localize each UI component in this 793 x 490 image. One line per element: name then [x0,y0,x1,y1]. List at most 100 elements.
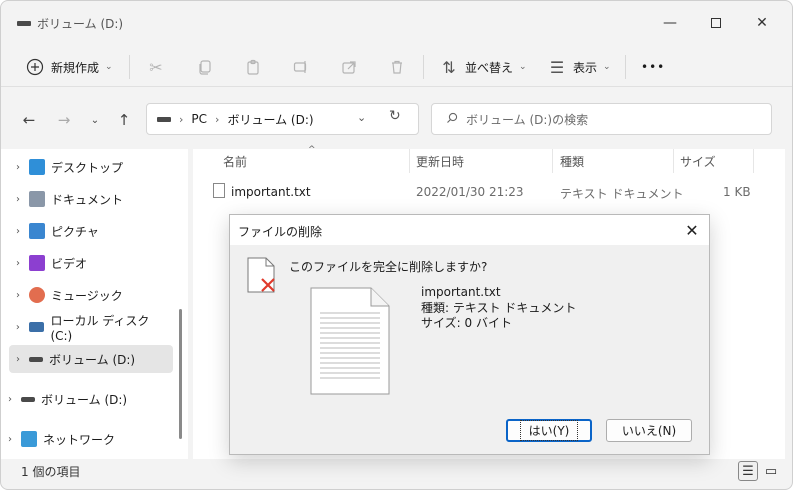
breadcrumb-current[interactable]: ボリューム (D:) [227,111,313,128]
search-icon [446,112,458,127]
column-header-name[interactable]: 名前 [223,153,247,170]
forward-button[interactable]: → [53,109,75,131]
refresh-icon[interactable]: ↻ [389,108,401,124]
tiles-view-icon: ▭ [764,463,778,479]
plus-circle-icon [25,57,45,77]
pictures-icon [29,223,45,239]
sidebar-item-local-disk[interactable]: › ローカル ディスク (C:) [9,313,173,343]
new-button[interactable]: 新規作成 ⌄ [25,53,113,81]
paste-button[interactable] [243,53,263,81]
chevron-right-icon[interactable]: › [9,226,27,237]
window-title: ボリューム (D:) [37,17,124,31]
sidebar-item-label: ボリューム (D:) [41,392,128,407]
chevron-right-icon[interactable]: › [9,322,27,333]
explorer-window: ボリューム (D:) — ✕ 新規作成 ⌄ ✂ ⇅ 並べ替え ⌄ ☰ 表示 ⌄ … [0,0,793,490]
sidebar-item-volume-d-root[interactable]: › ボリューム (D:) [1,385,165,413]
chevron-right-icon[interactable]: › [9,258,27,269]
no-button[interactable]: いいえ(N) [606,419,692,442]
chevron-right-icon[interactable]: › [1,394,19,405]
breadcrumb-root[interactable]: PC [191,112,207,126]
sidebar-item-pictures[interactable]: › ピクチャ [9,217,173,245]
sort-icon: ⇅ [442,57,456,77]
copy-button[interactable] [195,53,215,81]
local-disk-icon [28,322,45,332]
address-history-chevron[interactable]: ⌄ [357,111,366,124]
sidebar-scrollbar[interactable] [179,309,182,439]
close-button[interactable]: ✕ [739,9,785,37]
view-icon: ☰ [549,57,565,77]
view-button[interactable]: ☰ 表示 ⌄ [547,53,611,81]
new-label: 新規作成 [51,60,100,75]
file-row[interactable]: important.txt 2022/01/30 21:23 テキスト ドキュメ… [209,179,769,205]
copy-icon [195,57,215,77]
sidebar-item-label: ミュージック [51,288,123,303]
column-header-size[interactable]: サイズ [680,153,716,170]
sort-label: 並べ替え [465,60,514,75]
sort-button[interactable]: ⇅ 並べ替え ⌄ [439,53,526,81]
rename-button[interactable] [291,53,311,81]
more-button[interactable]: ••• [641,53,665,81]
chevron-right-icon: › [179,112,184,126]
sidebar-item-documents[interactable]: › ドキュメント [9,185,173,213]
drive-icon [29,356,43,362]
back-button[interactable]: ← [18,109,40,131]
yes-button[interactable]: はい(Y) [506,419,592,442]
close-icon: ✕ [756,15,768,31]
sort-ascending-icon: ^ [308,145,316,155]
sidebar-item-label: ピクチャ [51,224,99,239]
up-button[interactable]: ↑ [113,109,135,131]
column-header-type[interactable]: 種類 [560,153,584,170]
sidebar-item-network[interactable]: › ネットワーク [1,425,165,453]
sidebar-item-videos[interactable]: › ビデオ [9,249,173,277]
arrow-right-icon: → [57,111,71,129]
drive-icon [157,116,171,122]
minimize-button[interactable]: — [647,9,693,37]
column-header-modified[interactable]: 更新日時 [416,153,464,170]
maximize-icon [711,18,721,28]
address-bar[interactable]: › PC › ボリューム (D:) [146,103,419,135]
chevron-right-icon[interactable]: › [1,434,19,445]
details-view-button[interactable]: ☰ [738,461,758,481]
more-icon: ••• [641,60,666,74]
sidebar-item-label: ボリューム (D:) [49,352,136,367]
chevron-right-icon[interactable]: › [9,290,27,301]
arrow-up-icon: ↑ [117,111,131,129]
sidebar-item-label: ビデオ [51,256,88,271]
dialog-title: ファイルの削除 [238,225,323,239]
sidebar-item-volume-d[interactable]: › ボリューム (D:) [9,345,173,373]
desktop-icon [29,159,45,175]
share-icon [339,57,359,77]
chevron-right-icon[interactable]: › [9,162,27,173]
dialog-file-size: サイズ: 0 バイト [421,316,512,330]
recent-button[interactable]: ⌄ [84,109,106,131]
dialog-title-bar: ファイルの削除 ✕ [230,215,709,245]
tiles-view-button[interactable]: ▭ [761,461,781,481]
arrow-left-icon: ← [22,111,36,129]
cut-button[interactable]: ✂ [146,53,166,81]
chevron-down-icon: ⌄ [105,62,113,72]
dialog-question: このファイルを完全に削除しますか? [289,260,488,274]
chevron-right-icon[interactable]: › [9,194,27,205]
delete-button[interactable] [387,53,407,81]
share-button[interactable] [339,53,359,81]
clipboard-icon [243,57,263,77]
title-bar: ボリューム (D:) — ✕ [1,1,792,45]
close-icon: ✕ [685,220,699,240]
delete-file-dialog: ファイルの削除 ✕ このファイルを完全に削除しますか? important.tx… [229,214,710,455]
chevron-down-icon: ⌄ [603,62,611,72]
sidebar-item-desktop[interactable]: › デスクトップ [9,153,173,181]
trash-icon [387,57,407,77]
item-count: 1 個の項目 [21,465,81,479]
maximize-button[interactable] [693,9,739,37]
sidebar-item-music[interactable]: › ミュージック [9,281,173,309]
file-name: important.txt [231,185,311,199]
dialog-file-name: important.txt [421,285,501,299]
command-bar: 新規作成 ⌄ ✂ ⇅ 並べ替え ⌄ ☰ 表示 ⌄ ••• [1,45,792,87]
sidebar-item-label: デスクトップ [51,160,124,175]
search-input[interactable]: ボリューム (D:)の検索 [431,103,772,135]
address-row: ← → ⌄ ↑ › PC › ボリューム (D:) ⌄ ↻ ボリューム (D:)… [1,87,792,149]
chevron-right-icon[interactable]: › [9,354,27,365]
no-button-label: いいえ(N) [621,424,677,438]
sidebar-item-label: ドキュメント [51,192,124,207]
dialog-close-button[interactable]: ✕ [675,215,709,245]
